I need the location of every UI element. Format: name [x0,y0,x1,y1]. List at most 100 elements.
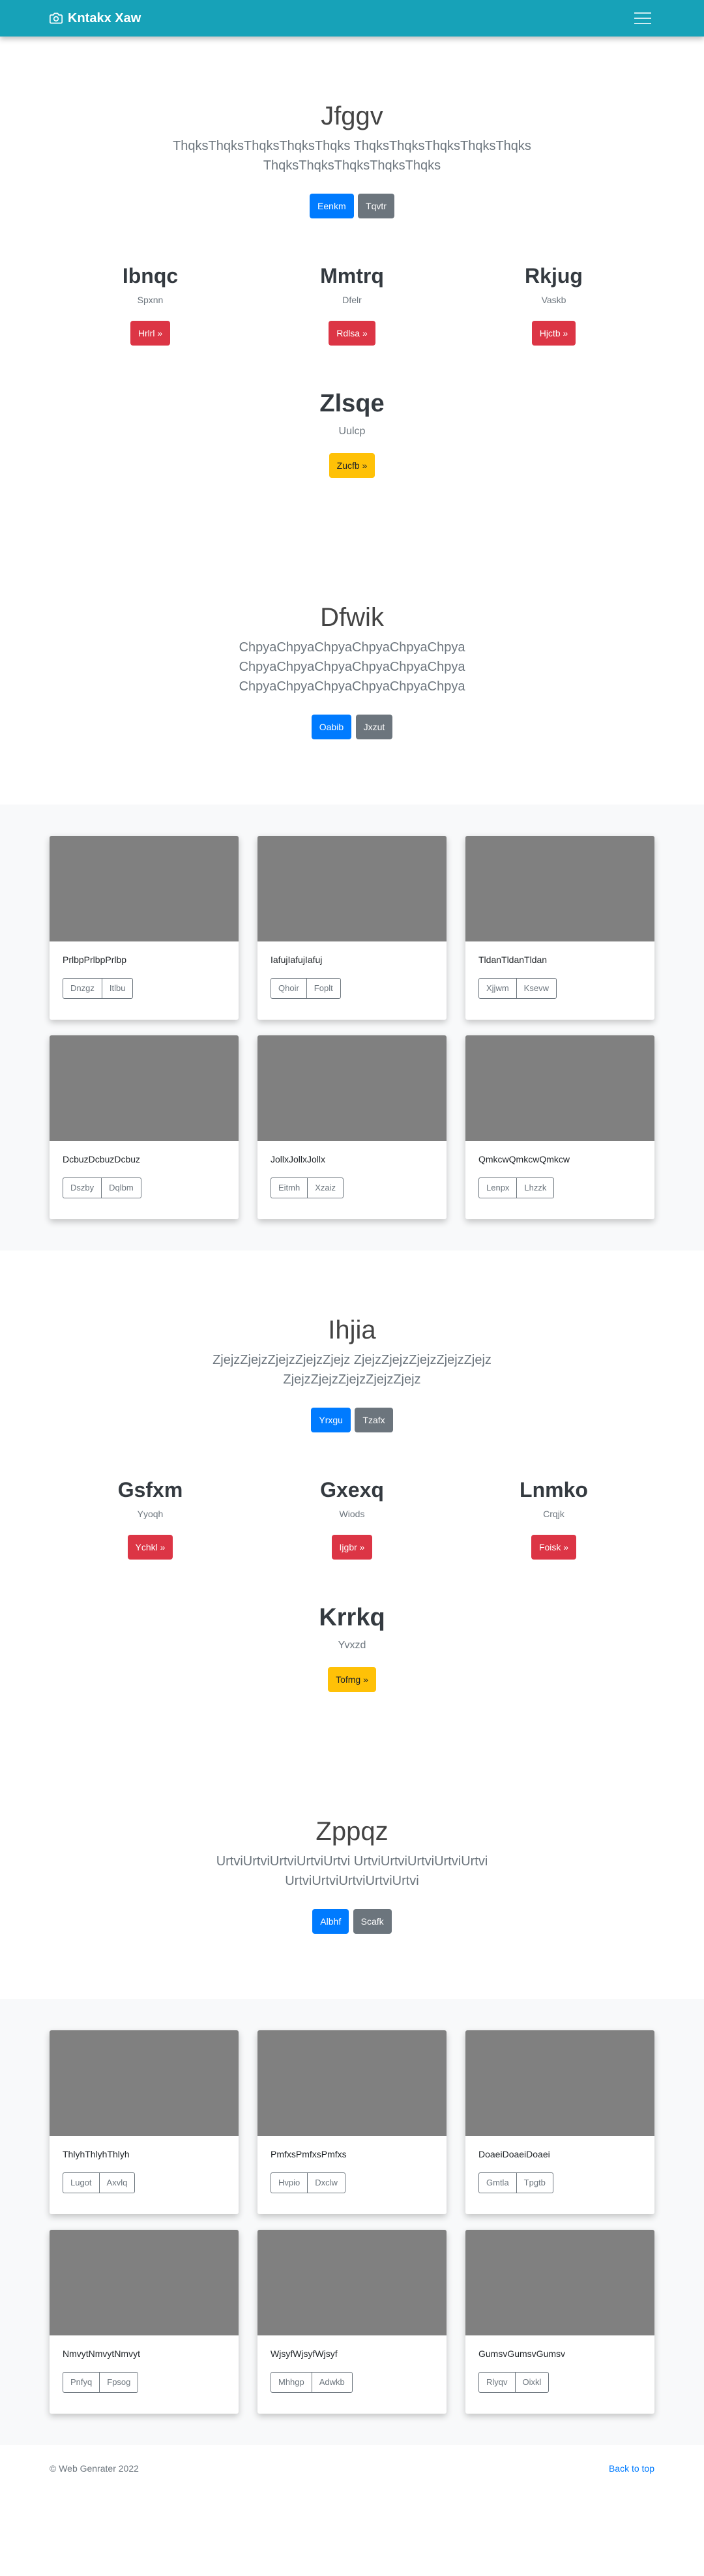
feature-columns-1: Ibnqc Spxnn Hrlrl » Mmtrq Dfelr Rdlsa » … [0,264,704,346]
card-button-2[interactable]: Dxclw [307,2172,345,2193]
feature-column: Lnmko Crqjk Foisk » [453,1478,654,1560]
feature-button[interactable]: Ijgbr » [331,1535,373,1560]
jumbotron-4: Zppqz UrtviUrtviUrtviUrtviUrtvi UrtviUrt… [0,1817,704,1934]
card-thumbnail [465,836,654,941]
feature-button[interactable]: Hrlrl » [130,321,171,346]
album-card: IafujIafujIafuj Qhoir Foplt [257,836,447,1020]
card-button-2[interactable]: Lhzzk [516,1177,555,1198]
feature-button[interactable]: Foisk » [531,1535,577,1560]
card-button-1[interactable]: Dszby [63,1177,102,1198]
back-to-top-link[interactable]: Back to top [609,2463,654,2474]
footer: © Web Genrater 2022 Back to top [0,2463,704,2474]
card-button-1[interactable]: Qhoir [271,978,307,999]
card-button-2[interactable]: Adwkb [311,2372,353,2393]
jumbotron-title: Zppqz [315,1817,389,1846]
card-text: GumsvGumsvGumsv [478,2348,566,2359]
highlight-subtitle: Yvxzd [338,1640,366,1651]
album-card: ThlyhThlyhThlyh Lugot Axvlq [50,2030,239,2214]
highlight-subtitle: Uulcp [338,426,366,437]
feature-title: Gsfxm [117,1478,183,1502]
album-card: PrlbpPrlbpPrlbp Dnzgz Itlbu [50,836,239,1020]
highlight-button[interactable]: Tofmg » [328,1667,376,1692]
card-button-2[interactable]: Ksevw [516,978,557,999]
feature-subtitle: Vaskb [541,295,566,305]
navbar: Kntakx Xaw [0,0,704,37]
feature-title: Ibnqc [122,264,179,288]
card-button-2[interactable]: Oixkl [514,2372,550,2393]
card-text: QmkcwQmkcwQmkcw [478,1154,570,1164]
camera-icon [50,12,63,24]
feature-title: Mmtrq [320,264,384,288]
card-button-1[interactable]: Mhhgp [271,2372,312,2393]
card-button-1[interactable]: Dnzgz [63,978,102,999]
feature-columns-2: Gsfxm Yyoqh Ychkl » Gxexq Wiods Ijgbr » … [0,1478,704,1560]
card-button-1[interactable]: Rlyqv [478,2372,516,2393]
card-button-1[interactable]: Xjjwm [478,978,517,999]
card-button-1[interactable]: Lugot [63,2172,100,2193]
card-button-2[interactable]: Axvlq [98,2172,136,2193]
card-button-1[interactable]: Pnfyq [63,2372,100,2393]
jumbotron-2: Dfwik ChpyaChpyaChpyaChpyaChpyaChpya Chp… [0,603,704,739]
card-text: ThlyhThlyhThlyh [63,2149,130,2159]
card-thumbnail [465,2230,654,2335]
jumbotron-primary-button[interactable]: Yrxgu [311,1408,351,1432]
card-text: PmfxsPmfxsPmfxs [271,2149,347,2159]
highlight-title: Krrkq [319,1604,385,1631]
feature-column: Gxexq Wiods Ijgbr » [252,1478,453,1560]
feature-subtitle: Spxnn [137,295,164,305]
card-thumbnail [50,836,239,941]
card-button-1[interactable]: Hvpio [271,2172,308,2193]
jumbotron-3: Ihjia ZjejzZjejzZjejzZjejzZjejz ZjejzZje… [0,1251,704,1432]
highlight-block-2: Krrkq Yvxzd Tofmg » [0,1604,704,1692]
card-text: NmvytNmvytNmvyt [63,2348,140,2359]
card-thumbnail [257,2230,447,2335]
feature-button[interactable]: Ychkl » [127,1535,173,1560]
jumbotron-primary-button[interactable]: Oabib [311,715,352,739]
card-text: DcbuzDcbuzDcbuz [63,1154,141,1164]
card-button-2[interactable]: Dqlbm [101,1177,141,1198]
card-button-2[interactable]: Tpgtb [516,2172,553,2193]
jumbotron-lead: UrtviUrtviUrtviUrtviUrtvi UrtviUrtviUrtv… [216,1854,488,1888]
card-thumbnail [50,2030,239,2136]
jumbotron-secondary-button[interactable]: Jxzut [355,715,393,739]
card-text: WjsyfWjsyfWjsyf [271,2348,338,2359]
card-thumbnail [50,1035,239,1141]
card-thumbnail [465,2030,654,2136]
album-card: NmvytNmvytNmvyt Pnfyq Fpsog [50,2230,239,2414]
jumbotron-secondary-button[interactable]: Scafk [353,1909,392,1934]
feature-title: Lnmko [520,1478,588,1502]
jumbotron-lead: ZjejzZjejzZjejzZjejzZjejz ZjejzZjejzZjej… [213,1353,491,1387]
brand-label: Kntakx Xaw [68,10,141,25]
jumbotron-title: Dfwik [320,603,384,632]
card-button-2[interactable]: Itlbu [101,978,134,999]
feature-subtitle: Crqjk [543,1509,565,1519]
footer-copyright: © Web Genrater 2022 [50,2463,139,2474]
card-thumbnail [257,1035,447,1141]
jumbotron-1: Jfggv ThqksThqksThqksThqksThqks ThqksThq… [0,37,704,218]
jumbotron-primary-button[interactable]: Eenkm [310,194,354,218]
card-button-2[interactable]: Fpsog [99,2372,139,2393]
jumbotron-title: Ihjia [328,1316,376,1344]
album-card: TldanTldanTldan Xjjwm Ksevw [465,836,654,1020]
feature-title: Rkjug [525,264,583,288]
jumbotron-secondary-button[interactable]: Tqvtr [358,194,394,218]
album-card: DcbuzDcbuzDcbuz Dszby Dqlbm [50,1035,239,1219]
card-button-2[interactable]: Foplt [306,978,341,999]
album-card: JollxJollxJollx Eitmh Xzaiz [257,1035,447,1219]
jumbotron-primary-button[interactable]: Albhf [312,1909,349,1934]
card-text: TldanTldanTldan [478,955,548,965]
feature-button[interactable]: Rdlsa » [329,321,375,346]
hamburger-menu-icon[interactable] [631,9,654,27]
card-button-1[interactable]: Gmtla [478,2172,517,2193]
card-button-2[interactable]: Xzaiz [307,1177,344,1198]
navbar-brand[interactable]: Kntakx Xaw [50,11,141,26]
feature-column: Gsfxm Yyoqh Ychkl » [50,1478,251,1560]
highlight-button[interactable]: Zucfb » [329,453,375,478]
album-card: GumsvGumsvGumsv Rlyqv Oixkl [465,2230,654,2414]
card-thumbnail [257,836,447,941]
jumbotron-secondary-button[interactable]: Tzafx [355,1408,393,1432]
card-button-1[interactable]: Lenpx [478,1177,518,1198]
jumbotron-title: Jfggv [321,102,383,130]
card-button-1[interactable]: Eitmh [271,1177,308,1198]
feature-button[interactable]: Hjctb » [531,321,576,346]
